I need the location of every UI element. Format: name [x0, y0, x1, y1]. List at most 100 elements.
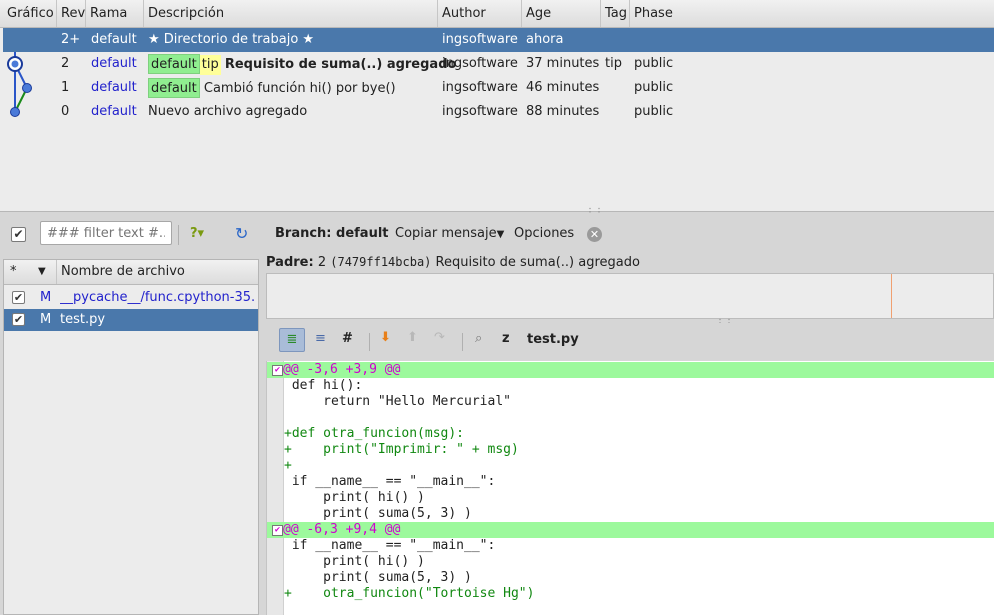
- col-graph[interactable]: Gráfico: [3, 0, 57, 27]
- revision-table-header: Gráfico Rev Rama Descripción Author Age …: [0, 0, 994, 28]
- tip-tag-badge: tip: [199, 55, 221, 75]
- toolbar-separator: [462, 333, 463, 351]
- toolbar-separator: [369, 333, 370, 351]
- diff-line-text: @@ -3,6 +3,9 @@: [283, 362, 401, 377]
- diff-line: print( suma(5, 3) ): [284, 506, 472, 521]
- diff-view[interactable]: ✔ @@ -3,6 +3,9 @@ def hi(): return "Hello…: [266, 361, 994, 615]
- copy-message-button[interactable]: Copiar mensaje▼: [395, 223, 504, 245]
- file-name: __pycache__/func.cpython-35.: [60, 290, 256, 305]
- diff-hunk-header[interactable]: ✔ @@ -3,6 +3,9 @@: [267, 362, 994, 378]
- commit-message-box[interactable]: [266, 273, 994, 319]
- diff-mode-icon[interactable]: ≣: [279, 328, 305, 352]
- author-cell: ingsoftware: [442, 104, 518, 119]
- parent-hash[interactable]: (7479ff14bcba): [330, 255, 431, 269]
- close-icon[interactable]: ✕: [587, 227, 602, 242]
- description-cell: ★ Directorio de trabajo ★: [148, 32, 315, 47]
- col-rev[interactable]: Rev: [57, 0, 86, 27]
- revert-icon[interactable]: ↷: [434, 330, 445, 345]
- toolbar-separator: [178, 225, 179, 245]
- hunk-checkbox[interactable]: ✔: [272, 525, 283, 536]
- select-all-checkbox[interactable]: ✔: [11, 227, 26, 242]
- branch-cell: default: [91, 32, 137, 47]
- phase-cell: public: [634, 104, 674, 119]
- branch-label-badge: default: [148, 78, 200, 98]
- diff-added-line: +def otra_funcion(msg):: [284, 426, 465, 441]
- diff-line: def hi():: [284, 378, 363, 393]
- revision-row[interactable]: 2+ default ★ Directorio de trabajo ★ ing…: [3, 28, 994, 52]
- col-branch[interactable]: Rama: [86, 0, 144, 27]
- rev-cell: 2: [61, 56, 70, 71]
- search-icon[interactable]: ⌕: [475, 331, 482, 346]
- file-mode-icon[interactable]: ≡: [315, 331, 326, 346]
- file-status: M: [40, 312, 52, 327]
- parent-label: Padre:: [266, 255, 314, 270]
- col-phase[interactable]: Phase: [630, 0, 994, 27]
- diff-toolbar: ≣ ≡ # ⬇ ⬆ ↷ ⌕ z test.py: [266, 323, 994, 359]
- refresh-icon[interactable]: ↻: [235, 223, 248, 245]
- copy-message-label: Copiar mensaje: [395, 226, 497, 241]
- parent-description: Requisito de suma(..) agregado: [435, 255, 640, 270]
- file-row[interactable]: ✔ M test.py: [4, 309, 258, 331]
- branch-cell: default: [91, 56, 137, 71]
- chevron-down-icon: ▼: [496, 229, 505, 240]
- file-checkbox[interactable]: ✔: [12, 291, 25, 304]
- diff-filename: test.py: [527, 332, 579, 347]
- diff-line: print( suma(5, 3) ): [284, 570, 472, 585]
- file-list-header: * ▼ Nombre de archivo: [4, 260, 258, 285]
- col-filename[interactable]: Nombre de archivo: [61, 260, 185, 284]
- file-row[interactable]: ✔ M __pycache__/func.cpython-35.: [4, 287, 258, 309]
- status-filter-icon[interactable]: ?▾: [190, 223, 204, 245]
- branch-cell: default: [91, 80, 137, 95]
- diff-added-line: + otra_funcion("Tortoise Hg"): [284, 586, 535, 601]
- branch-label-badge: default: [148, 54, 200, 74]
- author-cell: ingsoftware: [442, 80, 518, 95]
- description-text: Requisito de suma(..) agregado: [224, 57, 457, 72]
- hunk-checkbox[interactable]: ✔: [272, 365, 283, 376]
- next-diff-icon[interactable]: ⬇: [380, 330, 391, 345]
- branch-label: Branch: default: [275, 226, 389, 241]
- filter-text-input[interactable]: [40, 221, 172, 245]
- annotate-icon[interactable]: #: [342, 331, 353, 346]
- diff-added-line: + print("Imprimir: " + msg): [284, 442, 519, 457]
- rev-cell: 1: [61, 80, 70, 95]
- col-status[interactable]: *: [10, 260, 17, 284]
- diff-line: return "Hello Mercurial": [284, 394, 511, 409]
- revision-row[interactable]: 2 default default tip Requisito de suma(.…: [3, 52, 994, 76]
- diff-line: [284, 410, 994, 426]
- rev-cell: 0: [61, 104, 70, 119]
- diff-hunk-header[interactable]: ✔ @@ -6,3 +9,4 @@: [267, 522, 994, 538]
- revision-row[interactable]: 0 default Nuevo archivo agregado ingsoft…: [3, 100, 994, 124]
- diff-line: if __name__ == "__main__":: [284, 474, 496, 489]
- diff-line: print( hi() ): [284, 490, 425, 505]
- tag-cell: tip: [605, 56, 622, 71]
- col-description[interactable]: Descripción: [144, 0, 438, 27]
- prev-diff-icon[interactable]: ⬆: [407, 330, 418, 345]
- diff-added-line: +: [284, 458, 292, 473]
- column-divider: [56, 260, 57, 284]
- file-type-icon: z: [502, 331, 510, 346]
- diff-line: print( hi() ): [284, 554, 425, 569]
- author-cell: ingsoftware: [442, 56, 518, 71]
- age-cell: 88 minutes: [526, 104, 600, 119]
- sort-down-icon[interactable]: ▼: [38, 260, 46, 284]
- col-age[interactable]: Age: [522, 0, 601, 27]
- rev-cell: 2+: [61, 32, 81, 47]
- age-cell: 46 minutes: [526, 80, 600, 95]
- revision-table: Gráfico Rev Rama Descripción Author Age …: [0, 0, 994, 212]
- revision-row[interactable]: 1 default default Cambió función hi() po…: [3, 76, 994, 100]
- options-button[interactable]: Opciones: [514, 223, 574, 245]
- margin-line: [891, 274, 892, 318]
- description-cell: Nuevo archivo agregado: [148, 104, 308, 119]
- age-cell: ahora: [526, 32, 564, 47]
- col-tag[interactable]: Tag: [601, 0, 630, 27]
- file-name: test.py: [60, 312, 106, 327]
- branch-cell: default: [91, 104, 137, 119]
- file-list: * ▼ Nombre de archivo ✔ M __pycache__/fu…: [3, 259, 259, 615]
- col-author[interactable]: Author: [438, 0, 522, 27]
- revision-details-toolbar: ✔ ?▾ ↻ Branch: default Copiar mensaje▼ O…: [0, 213, 994, 255]
- diff-gutter: [267, 361, 284, 615]
- parent-rev[interactable]: 2: [318, 255, 326, 270]
- parent-info: Padre: 2 (7479ff14bcba) Requisito de sum…: [266, 251, 994, 273]
- file-checkbox[interactable]: ✔: [12, 313, 25, 326]
- description-cell: default tip Requisito de suma(..) agregad…: [148, 52, 456, 76]
